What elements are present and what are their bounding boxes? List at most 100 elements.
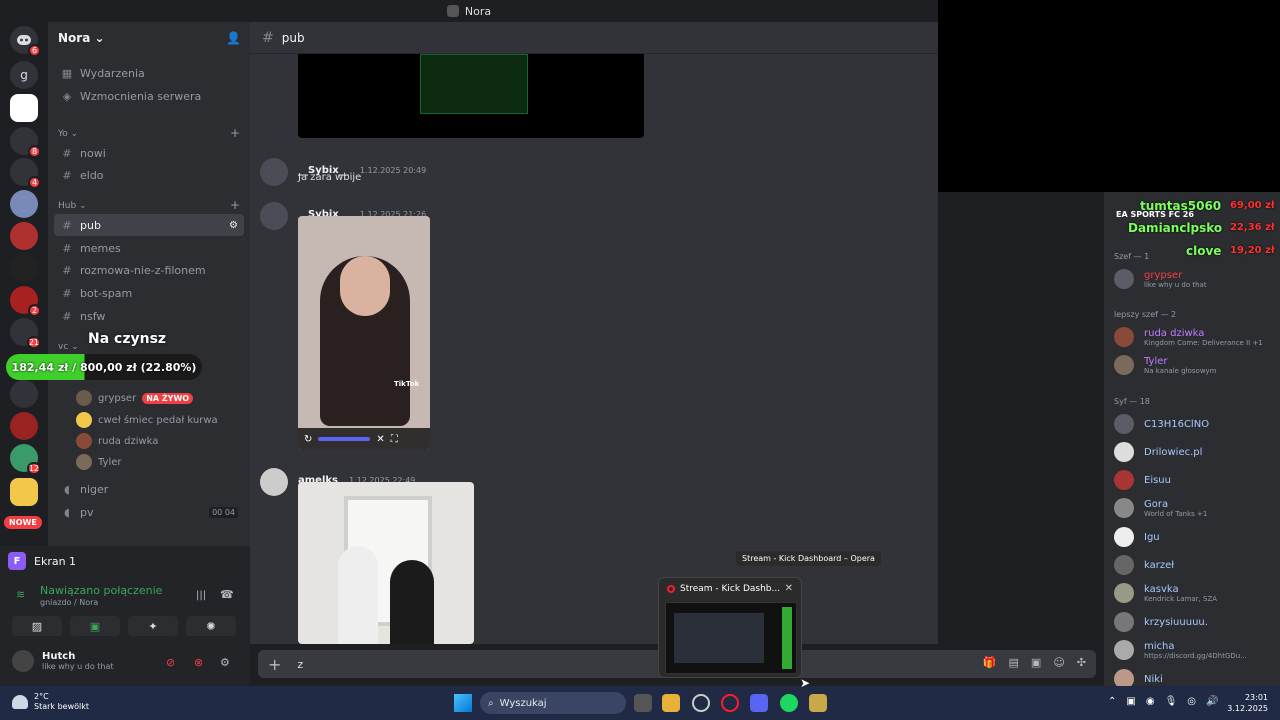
screen: Nora 6 g 8 4 2 21 12 NOWE Nora ⌄ 👤 ▦ Wyd…: [0, 0, 1280, 720]
server-icon-12[interactable]: 12: [10, 444, 41, 475]
chevron-up-icon[interactable]: ⌃: [1108, 696, 1116, 707]
microphone-icon[interactable]: 🎙: [1165, 696, 1178, 707]
preview-thumbnail[interactable]: [665, 602, 797, 674]
avatar: [1114, 583, 1134, 603]
task-view-icon[interactable]: [634, 694, 652, 712]
member-row[interactable]: Igu: [1114, 527, 1160, 547]
avatar[interactable]: [260, 202, 288, 230]
file-explorer-icon[interactable]: [662, 694, 680, 712]
category-vc[interactable]: vc ⌄: [58, 342, 79, 352]
current-user[interactable]: Hutch like why u do that: [12, 650, 114, 672]
server-icon-3[interactable]: 8: [10, 127, 41, 158]
network-icon[interactable]: ◎: [1187, 696, 1196, 707]
deafen-icon[interactable]: ⊗: [194, 656, 203, 669]
server-icon-10[interactable]: [10, 380, 38, 408]
screen-share-button[interactable]: ▣: [70, 616, 120, 636]
noise-icon[interactable]: |||: [196, 590, 206, 601]
new-badge[interactable]: NOWE: [4, 516, 42, 529]
volume-icon[interactable]: 🔊: [1206, 696, 1218, 707]
fullscreen-icon[interactable]: ⛶: [391, 434, 398, 445]
server-icon-13[interactable]: [10, 478, 38, 506]
server-icon-8[interactable]: 2: [10, 286, 41, 317]
opera-icon[interactable]: [721, 694, 739, 712]
category-yo[interactable]: Yo ⌄: [58, 129, 78, 139]
voice-user-3[interactable]: ruda dziwka: [76, 433, 158, 449]
invite-icon[interactable]: 👤: [226, 31, 241, 45]
member-row[interactable]: Drilowiec.pl: [1114, 442, 1202, 462]
volume-slider[interactable]: [318, 437, 371, 441]
start-button[interactable]: [454, 694, 472, 712]
clock[interactable]: 23:01 3.12.2025: [1227, 692, 1268, 714]
member-row[interactable]: karzeł: [1114, 555, 1174, 575]
server-icon-6[interactable]: [10, 222, 38, 250]
voice-user-2[interactable]: cweł śmiec pedał kurwa: [76, 412, 218, 428]
voice-channel-pv[interactable]: ◖ pv 00 04: [54, 501, 244, 523]
add-channel-icon[interactable]: +: [230, 198, 240, 212]
discord-home-icon[interactable]: 6: [10, 26, 41, 57]
discord-icon[interactable]: [750, 694, 768, 712]
gear-icon[interactable]: ⚙: [229, 220, 238, 231]
category-hub[interactable]: Hub ⌄: [58, 201, 87, 211]
member-row[interactable]: ruda dziwka Kingdom Come: Deliverance II …: [1114, 327, 1263, 347]
server-icon-11[interactable]: [10, 412, 38, 440]
server-icon-cube[interactable]: [10, 94, 38, 122]
voice-channel-niger[interactable]: ◖ niger: [54, 478, 244, 500]
avatar[interactable]: [260, 158, 288, 186]
activities-button[interactable]: ✦: [128, 616, 178, 636]
member-row[interactable]: Eisuu: [1114, 470, 1171, 490]
spotify-icon[interactable]: [780, 694, 798, 712]
close-icon[interactable]: ✕: [785, 583, 793, 594]
sidebar-item-boosts[interactable]: ◈ Wzmocnienia serwera: [54, 85, 244, 107]
gift-icon[interactable]: 🎁: [983, 656, 997, 669]
channel-pub[interactable]: # pub ⚙: [54, 214, 244, 236]
attach-plus-icon[interactable]: +: [268, 655, 281, 674]
steam-icon[interactable]: [692, 694, 710, 712]
channel-nsfw[interactable]: # nsfw: [54, 305, 244, 327]
sticker-icon[interactable]: ▣: [1031, 656, 1041, 669]
video-attachment[interactable]: TikTok ↻ ✕ ⛶: [298, 216, 430, 450]
disconnect-icon[interactable]: ☎: [220, 588, 234, 601]
image-attachment[interactable]: [298, 482, 474, 644]
camera-off-button[interactable]: ▨: [12, 616, 62, 636]
channel-rozmowa[interactable]: # rozmowa-nie-z-filonem: [54, 259, 244, 281]
member-row[interactable]: micha https://discord.gg/4DhtGDu...: [1114, 640, 1247, 660]
weather-widget[interactable]: 2°C Stark bewölkt: [12, 692, 89, 712]
member-row[interactable]: Niki: [1114, 669, 1163, 686]
server-icon-7[interactable]: [10, 254, 38, 282]
channel-nowi[interactable]: # nowi: [54, 142, 244, 164]
server-header[interactable]: Nora ⌄ 👤: [48, 22, 250, 54]
member-row[interactable]: grypser like why u do that: [1114, 269, 1207, 289]
tray-app-icon[interactable]: ▣: [1126, 696, 1135, 707]
avatar[interactable]: [260, 468, 288, 496]
sidebar-item-events[interactable]: ▦ Wydarzenia: [54, 62, 244, 84]
user-settings-icon[interactable]: ⚙: [220, 656, 230, 669]
voice-user-grypser[interactable]: grypser NA ŻYWO: [76, 390, 194, 406]
member-row[interactable]: Tyler Na kanale głosowym: [1114, 355, 1217, 375]
add-channel-icon[interactable]: +: [230, 126, 240, 140]
apps-icon[interactable]: ✣: [1077, 656, 1086, 669]
soundboard-button[interactable]: ✺: [186, 616, 236, 636]
channel-eldo[interactable]: # eldo: [54, 164, 244, 186]
screen-share-row[interactable]: F Ekran 1: [8, 550, 240, 572]
channel-bot-spam[interactable]: # bot-spam: [54, 282, 244, 304]
server-icon-5[interactable]: [10, 190, 38, 218]
emoji-icon[interactable]: ☺: [1053, 656, 1064, 669]
voice-user-4[interactable]: Tyler: [76, 454, 122, 470]
server-icon-4[interactable]: 4: [10, 158, 41, 189]
taskbar-window-preview[interactable]: Stream - Kick Dashb... ✕: [658, 577, 802, 678]
replay-icon[interactable]: ↻: [304, 434, 312, 445]
member-row[interactable]: C13H16ClNO: [1114, 414, 1209, 434]
mute-icon[interactable]: ✕: [376, 434, 384, 445]
mute-icon[interactable]: ⊘: [166, 656, 175, 669]
image-attachment[interactable]: [298, 54, 644, 138]
gif-icon[interactable]: ▤: [1009, 656, 1019, 669]
server-icon-g[interactable]: g: [10, 61, 38, 89]
tray-app-icon[interactable]: ◉: [1146, 696, 1155, 707]
taskbar-search[interactable]: ⌕ Wyszukaj: [480, 692, 626, 714]
channel-memes[interactable]: # memes: [54, 237, 244, 259]
member-row[interactable]: kasvka Kendrick Lamar, SZA: [1114, 583, 1217, 603]
server-icon-9[interactable]: 21: [10, 318, 41, 349]
member-row[interactable]: Gora World of Tanks +1: [1114, 498, 1207, 518]
league-icon[interactable]: [809, 694, 827, 712]
member-row[interactable]: krzysiuuuuu.: [1114, 612, 1208, 632]
